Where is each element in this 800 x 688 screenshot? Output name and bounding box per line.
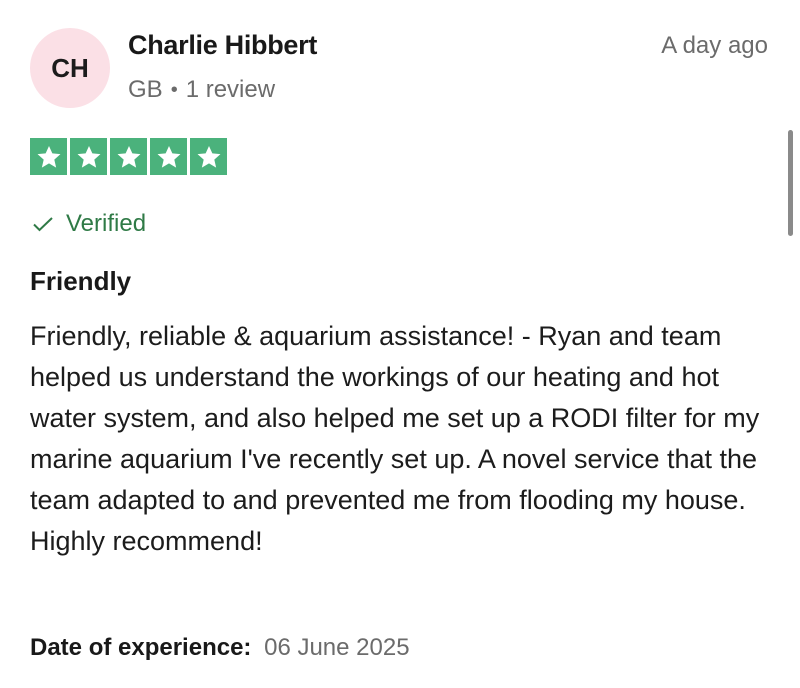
check-icon [32, 216, 54, 232]
reviewer-name[interactable]: Charlie Hibbert [128, 30, 317, 61]
star-icon [150, 138, 187, 175]
meta-separator: • [170, 78, 178, 101]
review-body: Friendly, reliable & aquarium assistance… [30, 321, 760, 556]
review-card: CH Charlie Hibbert GB • 1 review A day a… [0, 0, 800, 688]
verified-badge[interactable]: Verified [32, 210, 146, 238]
experience-date: 06 June 2025 [264, 634, 410, 661]
experience-label: Date of experience: [30, 634, 252, 661]
date-of-experience: Date of experience: 06 June 2025 [30, 634, 410, 662]
star-icon [30, 138, 67, 175]
star-icon [190, 138, 227, 175]
scrollbar[interactable] [788, 130, 793, 236]
avatar-initials: CH [51, 52, 89, 83]
avatar[interactable]: CH [30, 28, 110, 108]
reviewer-country: GB [128, 76, 163, 103]
reviewer-meta: GB • 1 review [128, 76, 275, 104]
star-icon [110, 138, 147, 175]
star-rating [30, 138, 227, 175]
reviewer-review-count[interactable]: 1 review [186, 76, 275, 104]
review-date: A day ago [661, 32, 768, 59]
review-title: Friendly [30, 266, 132, 296]
verified-label: Verified [66, 210, 147, 237]
star-icon [70, 138, 107, 175]
